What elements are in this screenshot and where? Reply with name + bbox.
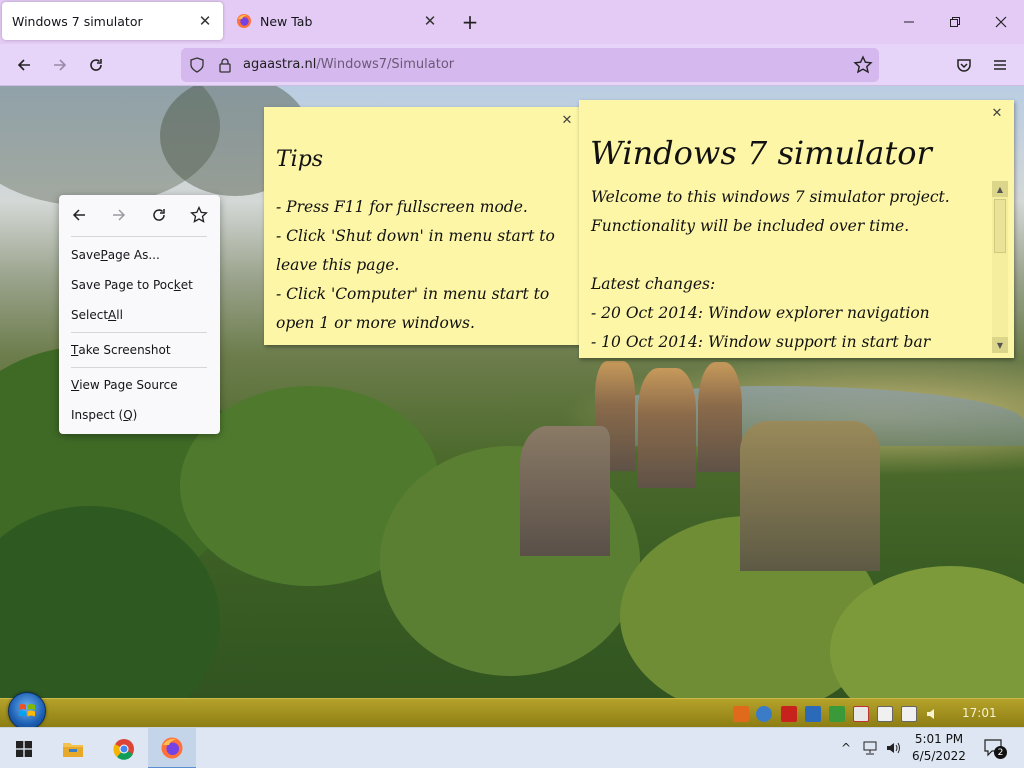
scroll-down-icon[interactable]: ▼: [992, 337, 1008, 353]
network-icon[interactable]: [862, 740, 878, 756]
close-tab-icon[interactable]: ✕: [422, 12, 438, 30]
firefox-icon: [237, 14, 251, 28]
chevron-up-icon[interactable]: ^: [838, 740, 854, 756]
tray-network-icon[interactable]: [756, 706, 772, 722]
pocket-icon[interactable]: [949, 50, 979, 80]
scroll-up-icon[interactable]: ▲: [992, 181, 1008, 197]
scroll-thumb[interactable]: [994, 199, 1006, 253]
close-note-icon[interactable]: ✕: [560, 113, 574, 128]
menu-item-view-page-source[interactable]: View Page Source: [59, 371, 220, 399]
chrome-icon[interactable]: [100, 728, 148, 768]
bookmark-star-icon[interactable]: [189, 205, 209, 225]
menu-separator: [71, 367, 207, 368]
win7-taskbar: [0, 698, 1024, 727]
new-tab-plus-icon[interactable]: +: [458, 10, 482, 34]
menu-item-inspect[interactable]: Inspect (Q): [59, 401, 220, 429]
menu-item-save-to-pocket[interactable]: Save Page to Poc k et: [59, 271, 220, 299]
win7-start-orb[interactable]: [8, 692, 46, 727]
tips-lines: - Press F11 for fullscreen mode. - Click…: [276, 193, 578, 338]
tray-app-icon[interactable]: [853, 706, 869, 722]
forward-arrow-icon[interactable]: [109, 205, 129, 225]
volume-icon[interactable]: [886, 740, 902, 756]
notification-center-icon[interactable]: 2: [982, 736, 1007, 760]
tracking-shield-icon[interactable]: [189, 57, 205, 73]
tab-bar: Windows 7 simulator ✕ New Tab ✕ +: [0, 0, 1024, 44]
tab-label: Windows 7 simulator: [12, 13, 143, 29]
back-arrow-icon[interactable]: [69, 205, 89, 225]
close-note-icon[interactable]: ✕: [990, 106, 1004, 121]
menu-item-save-page-as[interactable]: Save Page As...: [59, 241, 220, 269]
clock-time: 5:01 PM: [914, 732, 964, 746]
tips-note[interactable]: ✕ Tips - Press F11 for fullscreen mode. …: [264, 107, 584, 345]
tip-line: - Press F11 for fullscreen mode.: [276, 198, 528, 216]
change-item: - 10 Oct 2014: Window support in start b…: [591, 333, 931, 351]
nav-bar: agaastra.nl/Windows7/Simulator: [0, 44, 1024, 86]
note-scrollbar[interactable]: ▲ ▼: [992, 181, 1008, 353]
welcome-intro: Welcome to this windows 7 simulator proj…: [591, 188, 950, 235]
hamburger-menu-icon[interactable]: [985, 50, 1015, 80]
tab-label: New Tab: [260, 13, 313, 29]
windows-start-icon[interactable]: [0, 728, 48, 768]
tab-new-tab[interactable]: New Tab ✕: [226, 2, 448, 40]
minimize-icon[interactable]: [886, 6, 932, 38]
tray-app-icon[interactable]: [733, 706, 749, 722]
page-content: ✕ Tips - Press F11 for fullscreen mode. …: [0, 86, 1024, 727]
menu-item-select-all[interactable]: Select All: [59, 301, 220, 329]
forward-arrow-icon[interactable]: [45, 50, 75, 80]
change-item: - 20 Oct 2014: Window explorer navigatio…: [591, 304, 930, 322]
clock-date: 6/5/2022: [912, 749, 966, 763]
tray-security-icon[interactable]: [829, 706, 845, 722]
context-nav-row: [59, 195, 220, 235]
windows-flag-icon: [19, 704, 35, 717]
firefox-taskbar-icon[interactable]: [148, 728, 196, 768]
os-taskbar: ^ 5:01 PM 6/5/2022 2: [0, 727, 1024, 768]
notification-count: 2: [994, 746, 1007, 759]
context-menu: Save Page As... Save Page to Poc k et Sele…: [59, 195, 220, 434]
tray-app-icon[interactable]: [805, 706, 821, 722]
system-clock[interactable]: 5:01 PM 6/5/2022: [912, 731, 966, 765]
tip-line: - Click 'Computer' in menu start to open…: [276, 285, 550, 332]
close-tab-icon[interactable]: ✕: [197, 12, 213, 30]
welcome-note[interactable]: ✕ Windows 7 simulator Welcome to this wi…: [579, 100, 1014, 358]
reload-icon[interactable]: [81, 50, 111, 80]
menu-separator: [71, 332, 207, 333]
changes-heading: Latest changes:: [591, 275, 716, 293]
win7-clock: 17:01: [962, 706, 997, 720]
file-explorer-icon[interactable]: [49, 728, 97, 768]
close-window-icon[interactable]: [978, 6, 1024, 38]
tips-title: Tips: [276, 147, 324, 172]
url-text: agaastra.nl/Windows7/Simulator: [243, 57, 455, 72]
tab-windows7-simulator[interactable]: Windows 7 simulator ✕: [2, 2, 223, 40]
welcome-title: Windows 7 simulator: [590, 134, 932, 172]
restore-icon[interactable]: [932, 6, 978, 38]
menu-separator: [71, 236, 207, 237]
tray-display-icon[interactable]: [901, 706, 917, 722]
tip-line: - Click 'Shut down' in menu start to lea…: [276, 227, 555, 274]
reload-icon[interactable]: [149, 205, 169, 225]
back-arrow-icon[interactable]: [9, 50, 39, 80]
url-bar[interactable]: agaastra.nl/Windows7/Simulator: [181, 48, 879, 82]
bookmark-star-icon[interactable]: [853, 55, 873, 75]
welcome-body: Welcome to this windows 7 simulator proj…: [591, 183, 981, 357]
tray-device-icon[interactable]: [877, 706, 893, 722]
tray-acrobat-icon[interactable]: [781, 706, 797, 722]
menu-item-take-screenshot[interactable]: Take Screenshot: [59, 336, 220, 364]
tray-volume-icon[interactable]: [925, 706, 941, 722]
lock-icon[interactable]: [217, 57, 233, 73]
